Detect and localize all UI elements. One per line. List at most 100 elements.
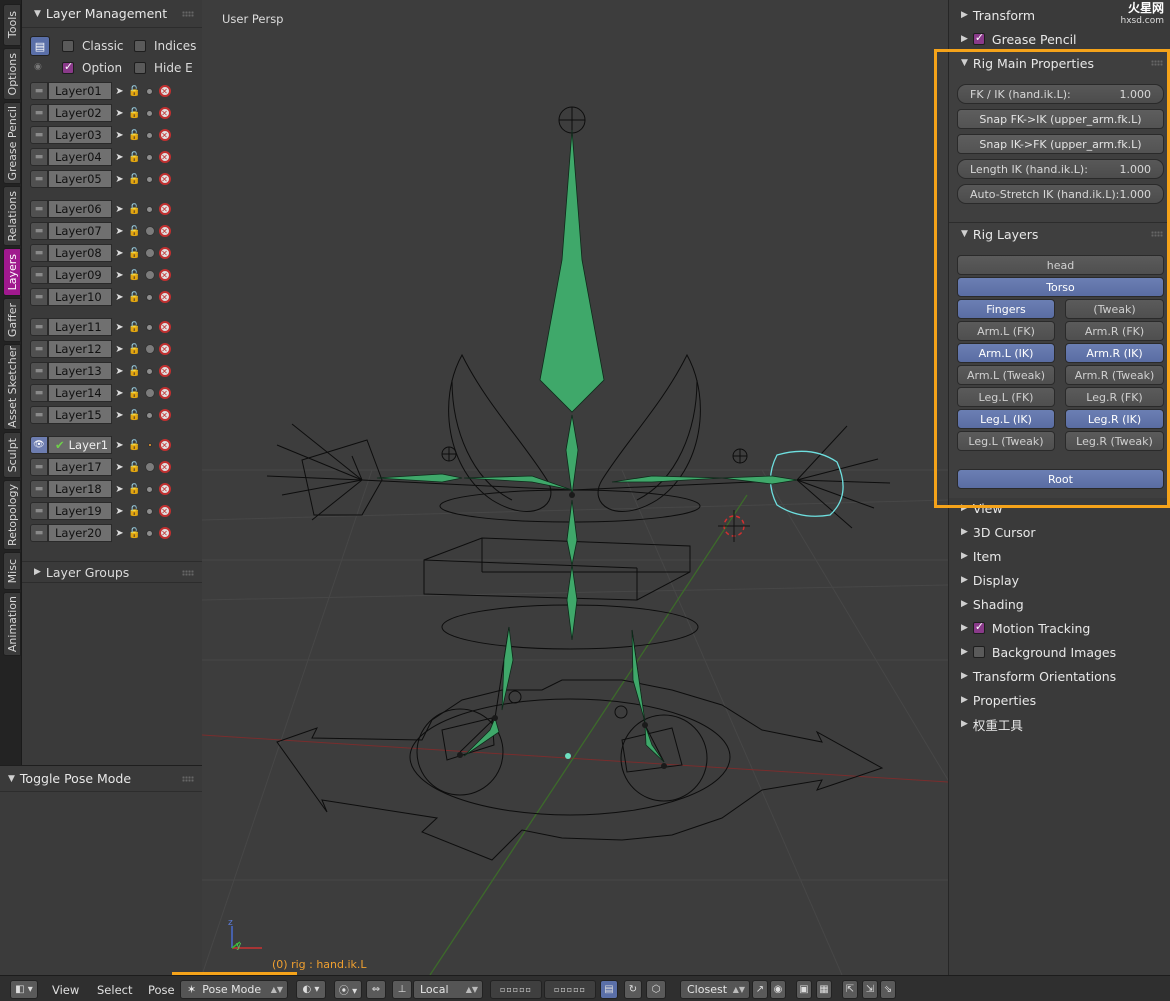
layer-state-dot-icon[interactable] (142, 148, 157, 166)
layer-state-dot-icon[interactable] (142, 104, 157, 122)
layer-row[interactable]: ▬ Layer10 ➤ 🔓 ✕ (30, 287, 217, 307)
pivot-point-button[interactable]: ⦿ ▾ (334, 980, 362, 999)
snap-ik-to-fk-button[interactable]: Snap IK->FK (upper_arm.fk.L) (957, 134, 1164, 154)
restrict-render-icon[interactable]: ✕ (157, 170, 172, 188)
drag-grip-icon[interactable] (182, 776, 194, 782)
layer-name-field[interactable]: Layer20 (48, 524, 112, 542)
layer-state-dot-icon[interactable] (142, 126, 157, 144)
layer-row[interactable]: ▬ Layer15 ➤ 🔓 ✕ (30, 405, 217, 425)
layer-state-dot-icon[interactable] (142, 458, 157, 476)
select-cursor-icon[interactable]: ➤ (112, 318, 127, 336)
rig-layer-leg-r-fk[interactable]: Leg.R (FK) (1065, 387, 1164, 407)
layer-visibility-toggle-icon[interactable]: ▬ (30, 458, 48, 476)
layer-row[interactable]: 👁 ✔ Layer1 ➤ 🔓 ✕ (30, 435, 217, 455)
paste-flipped-pose-icon[interactable]: ⇘ (880, 980, 896, 999)
restrict-render-icon[interactable]: ✕ (157, 406, 172, 424)
rig-layer-arm-l-ik[interactable]: Arm.L (IK) (957, 343, 1055, 363)
rig-layer-leg-r-tweak[interactable]: Leg.R (Tweak) (1065, 431, 1164, 451)
rig-layer-fingers-tweak[interactable]: (Tweak) (1065, 299, 1164, 319)
length-ik-slider[interactable]: Length IK (hand.ik.L): 1.000 (957, 159, 1164, 179)
panel-header-2[interactable]: ▶ Item (949, 545, 1170, 567)
layer-name-field[interactable]: Layer06 (48, 200, 112, 218)
layer-name-field[interactable]: Layer01 (48, 82, 112, 100)
layer-state-dot-icon[interactable] (142, 480, 157, 498)
restrict-render-icon[interactable]: ✕ (157, 318, 172, 336)
layer-name-field[interactable]: Layer02 (48, 104, 112, 122)
select-cursor-icon[interactable]: ➤ (112, 480, 127, 498)
menu-view[interactable]: View (52, 980, 79, 999)
checkbox-checked-icon[interactable] (972, 31, 985, 45)
layer-visibility-toggle-icon[interactable]: ▬ (30, 266, 48, 284)
layer-row[interactable]: ▬ Layer02 ➤ 🔓 ✕ (30, 103, 217, 123)
tab-misc[interactable]: Misc (3, 552, 21, 590)
layer-grid-buttons-2[interactable]: ▫▫▫▫▫ (544, 980, 596, 999)
lock-icon[interactable]: 🔓 (127, 362, 142, 380)
clapper-icon[interactable]: ▦ (816, 980, 832, 999)
drag-grip-icon[interactable] (1151, 231, 1163, 237)
lock-icon[interactable]: 🔓 (127, 126, 142, 144)
select-cursor-icon[interactable]: ➤ (112, 244, 127, 262)
layer-state-dot-icon[interactable] (142, 524, 157, 542)
layer-row[interactable]: ▬ Layer05 ➤ 🔓 ✕ (30, 169, 217, 189)
transform-orientation-dropdown[interactable]: Local ▲▼ (413, 980, 483, 999)
auto-stretch-ik-slider[interactable]: Auto-Stretch IK (hand.ik.L): 1.000 (957, 184, 1164, 204)
tab-animation[interactable]: Animation (3, 592, 21, 656)
layer-name-field[interactable]: Layer04 (48, 148, 112, 166)
layer-name-field[interactable]: Layer12 (48, 340, 112, 358)
rig-layers-header[interactable]: ▼ Rig Layers (949, 223, 1170, 245)
layer-row[interactable]: ▬ Layer04 ➤ 🔓 ✕ (30, 147, 217, 167)
layer-visibility-toggle-icon[interactable]: ▬ (30, 524, 48, 542)
layer-row[interactable]: ▬ Layer18 ➤ 🔓 ✕ (30, 479, 217, 499)
layer-row[interactable]: ▬ Layer17 ➤ 🔓 ✕ (30, 457, 217, 477)
layer-name-field[interactable]: Layer10 (48, 288, 112, 306)
rig-layer-arm-r-tweak[interactable]: Arm.R (Tweak) (1065, 365, 1164, 385)
panel-header-8[interactable]: ▶ Properties (949, 689, 1170, 711)
layer-name-field[interactable]: Layer13 (48, 362, 112, 380)
layer-visibility-toggle-icon[interactable]: ▬ (30, 480, 48, 498)
rig-layer-arm-l-tweak[interactable]: Arm.L (Tweak) (957, 365, 1055, 385)
rig-layer-leg-l-ik[interactable]: Leg.L (IK) (957, 409, 1055, 429)
3d-cursor[interactable] (718, 510, 750, 542)
layer-row[interactable]: ▬ Layer06 ➤ 🔓 ✕ (30, 199, 217, 219)
lock-icon[interactable]: 🔓 (127, 288, 142, 306)
panel-header-3[interactable]: ▶ Display (949, 569, 1170, 591)
restrict-render-icon[interactable]: ✕ (157, 384, 172, 402)
rig-layer-root[interactable]: Root (957, 469, 1164, 489)
tab-tools[interactable]: Tools (3, 4, 21, 46)
layer-row[interactable]: ▬ Layer07 ➤ 🔓 ✕ (30, 221, 217, 241)
restrict-render-icon[interactable]: ✕ (157, 480, 172, 498)
rig-layer-arm-l-fk[interactable]: Arm.L (FK) (957, 321, 1055, 341)
drag-grip-icon[interactable] (182, 570, 194, 576)
rig-layer-torso[interactable]: Torso (957, 277, 1164, 297)
lock-icon[interactable]: 🔓 (127, 384, 142, 402)
rig-layer-leg-l-tweak[interactable]: Leg.L (Tweak) (957, 431, 1055, 451)
layer-name-field[interactable]: Layer03 (48, 126, 112, 144)
layer-name-field[interactable]: ✔ Layer1 (48, 436, 112, 454)
indices-checkbox[interactable]: Indices (126, 35, 196, 57)
select-cursor-icon[interactable]: ➤ (112, 266, 127, 284)
layer-visibility-toggle-icon[interactable]: ▬ (30, 148, 48, 166)
drag-grip-icon[interactable] (182, 11, 194, 17)
layer-name-field[interactable]: Layer05 (48, 170, 112, 188)
transform-axes-icon[interactable]: ⊥ (392, 980, 412, 999)
restrict-render-icon[interactable]: ✕ (157, 340, 172, 358)
tab-options[interactable]: Options (3, 48, 21, 100)
lock-icon[interactable]: 🔓 (127, 82, 142, 100)
menu-pose[interactable]: Pose (148, 980, 175, 999)
layer-row[interactable]: ▬ Layer03 ➤ 🔓 ✕ (30, 125, 217, 145)
lock-icon[interactable]: 🔓 (127, 222, 142, 240)
3d-viewport[interactable]: z y User Persp (0) rig : hand.ik.L (202, 0, 948, 975)
select-cursor-icon[interactable]: ➤ (112, 82, 127, 100)
layer-visibility-toggle-icon[interactable]: ▬ (30, 318, 48, 336)
camera-icon[interactable]: ▣ (796, 980, 812, 999)
tab-sculpt[interactable]: Sculpt (3, 432, 21, 478)
restrict-render-icon[interactable]: ✕ (157, 362, 172, 380)
editor-type-button[interactable]: ◧ ▾ (10, 980, 38, 999)
layer-state-dot-icon[interactable] (142, 436, 157, 454)
restrict-render-icon[interactable]: ✕ (157, 288, 172, 306)
lock-icon[interactable]: 🔓 (127, 406, 142, 424)
select-cursor-icon[interactable]: ➤ (112, 104, 127, 122)
lock-icon[interactable]: 🔓 (127, 318, 142, 336)
layer-visibility-toggle-icon[interactable]: ▬ (30, 362, 48, 380)
layer-state-dot-icon[interactable] (142, 244, 157, 262)
